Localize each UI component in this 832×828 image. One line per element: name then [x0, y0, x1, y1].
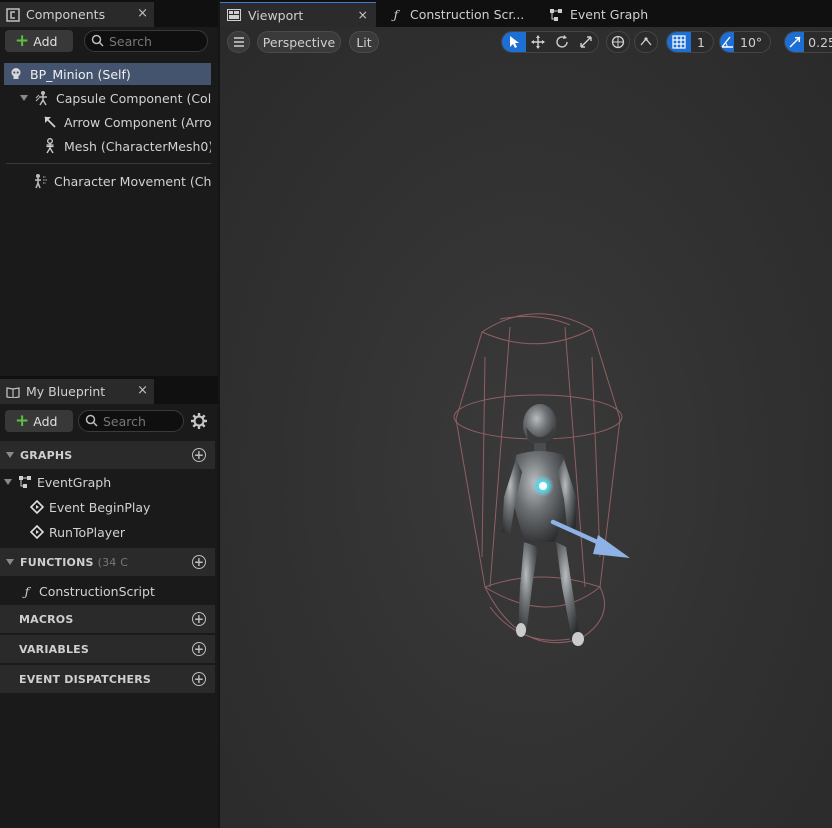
- graphs-label: GRAPHS: [20, 448, 73, 462]
- tree-item-label: Arrow Component (Arrow: [64, 114, 211, 130]
- skull-icon: [8, 66, 24, 82]
- chevron-down-icon[interactable]: [6, 559, 14, 565]
- tree-item-label: Capsule Component (Collisi: [56, 90, 211, 106]
- divider: [6, 163, 211, 164]
- event-label: Event BeginPlay: [49, 499, 151, 515]
- blueprint-add-button[interactable]: + Add: [5, 410, 73, 432]
- editor-tab-strip: Viewport × ƒ Construction Scr... Event G…: [220, 0, 832, 27]
- tree-item-label: Character Movement (Char: [54, 173, 211, 189]
- tree-item-bp-minion[interactable]: BP_Minion (Self): [4, 63, 211, 85]
- chevron-down-icon[interactable]: [4, 479, 12, 485]
- arrow-icon: [42, 114, 58, 130]
- add-function-icon[interactable]: +: [192, 555, 206, 569]
- add-label: Add: [33, 33, 58, 49]
- graph-icon: [548, 8, 564, 22]
- event-dispatchers-label: EVENT DISPATCHERS: [19, 672, 152, 686]
- add-graph-icon[interactable]: +: [192, 448, 206, 462]
- event-graph-label: EventGraph: [37, 474, 112, 490]
- variables-category[interactable]: VARIABLES +: [0, 635, 215, 663]
- movement-icon: [32, 173, 48, 189]
- function-icon: ƒ: [24, 583, 30, 599]
- book-icon: [6, 385, 20, 399]
- capsule-icon: [34, 90, 50, 106]
- tab-label: Viewport: [248, 7, 304, 23]
- add-dispatcher-icon[interactable]: +: [192, 672, 206, 686]
- tree-item-arrow[interactable]: Arrow Component (Arrow: [4, 111, 211, 133]
- tab-construction-script[interactable]: ƒ Construction Scr...: [388, 2, 538, 27]
- add-variable-icon[interactable]: +: [192, 642, 206, 656]
- gear-icon[interactable]: [190, 412, 208, 430]
- my-blueprint-tab[interactable]: My Blueprint ×: [0, 379, 154, 404]
- construction-script-label: ConstructionScript: [39, 583, 155, 599]
- functions-category[interactable]: FUNCTIONS (34 C +: [0, 548, 215, 576]
- search-placeholder: Search: [103, 413, 146, 429]
- graphs-category[interactable]: GRAPHS +: [0, 441, 215, 469]
- tree-item-label: BP_Minion (Self): [30, 66, 131, 82]
- event-dispatchers-category[interactable]: EVENT DISPATCHERS +: [0, 665, 215, 693]
- add-macro-icon[interactable]: +: [192, 612, 206, 626]
- skeleton-icon: [42, 138, 58, 154]
- components-tab-label: Components: [26, 7, 106, 22]
- components-tab-strip: Components ×: [0, 0, 218, 27]
- components-add-button[interactable]: + Add: [5, 30, 73, 52]
- viewport-scene: [453, 313, 630, 646]
- components-icon: [6, 7, 20, 22]
- tab-label: Construction Scr...: [410, 7, 525, 22]
- graph-icon: [18, 475, 32, 489]
- run-to-player-item[interactable]: RunToPlayer: [30, 520, 125, 544]
- variables-label: VARIABLES: [19, 642, 89, 656]
- components-tab[interactable]: Components ×: [0, 2, 154, 27]
- character-mesh: [502, 404, 584, 646]
- add-label: Add: [33, 413, 58, 429]
- close-icon[interactable]: ×: [358, 7, 368, 22]
- event-icon: [30, 525, 44, 539]
- close-icon[interactable]: ×: [137, 6, 148, 21]
- components-search-input[interactable]: Search: [84, 30, 208, 52]
- search-placeholder: Search: [109, 33, 152, 49]
- function-icon: ƒ: [393, 7, 399, 22]
- plus-icon: +: [15, 30, 30, 51]
- macros-category[interactable]: MACROS +: [0, 605, 215, 633]
- left-column: Components × + Add Search BP_Minion (Sel…: [0, 0, 218, 828]
- my-blueprint-tab-label: My Blueprint: [26, 384, 106, 399]
- blueprint-search-input[interactable]: Search: [78, 410, 184, 432]
- tab-event-graph[interactable]: Event Graph: [548, 2, 668, 27]
- functions-label: FUNCTIONS: [20, 555, 94, 569]
- search-icon: [85, 414, 98, 427]
- event-icon: [30, 500, 44, 514]
- blueprint-tab-strip: My Blueprint ×: [0, 376, 218, 404]
- tab-label: Event Graph: [570, 7, 649, 22]
- chevron-down-icon[interactable]: [20, 95, 28, 101]
- search-icon: [91, 34, 104, 47]
- event-begin-play-item[interactable]: Event BeginPlay: [30, 495, 150, 519]
- tab-viewport[interactable]: Viewport ×: [220, 2, 376, 27]
- event-label: RunToPlayer: [49, 524, 126, 540]
- tree-item-label: Mesh (CharacterMesh0): [64, 138, 211, 154]
- tree-item-capsule[interactable]: Capsule Component (Collisi: [4, 87, 211, 109]
- construction-script-item[interactable]: ƒ ConstructionScript: [20, 579, 155, 603]
- viewport[interactable]: Perspective Lit 1 10° 0.2: [220, 27, 832, 828]
- functions-count: (34 C: [97, 555, 129, 569]
- event-graph-item[interactable]: EventGraph: [4, 470, 111, 494]
- chevron-down-icon[interactable]: [6, 452, 14, 458]
- plus-icon: +: [15, 410, 30, 431]
- viewport-icon: [226, 8, 242, 22]
- macros-label: MACROS: [19, 612, 74, 626]
- close-icon[interactable]: ×: [137, 383, 148, 398]
- tree-item-mesh[interactable]: Mesh (CharacterMesh0): [4, 135, 211, 157]
- tree-item-character-movement[interactable]: Character Movement (Char: [4, 170, 211, 192]
